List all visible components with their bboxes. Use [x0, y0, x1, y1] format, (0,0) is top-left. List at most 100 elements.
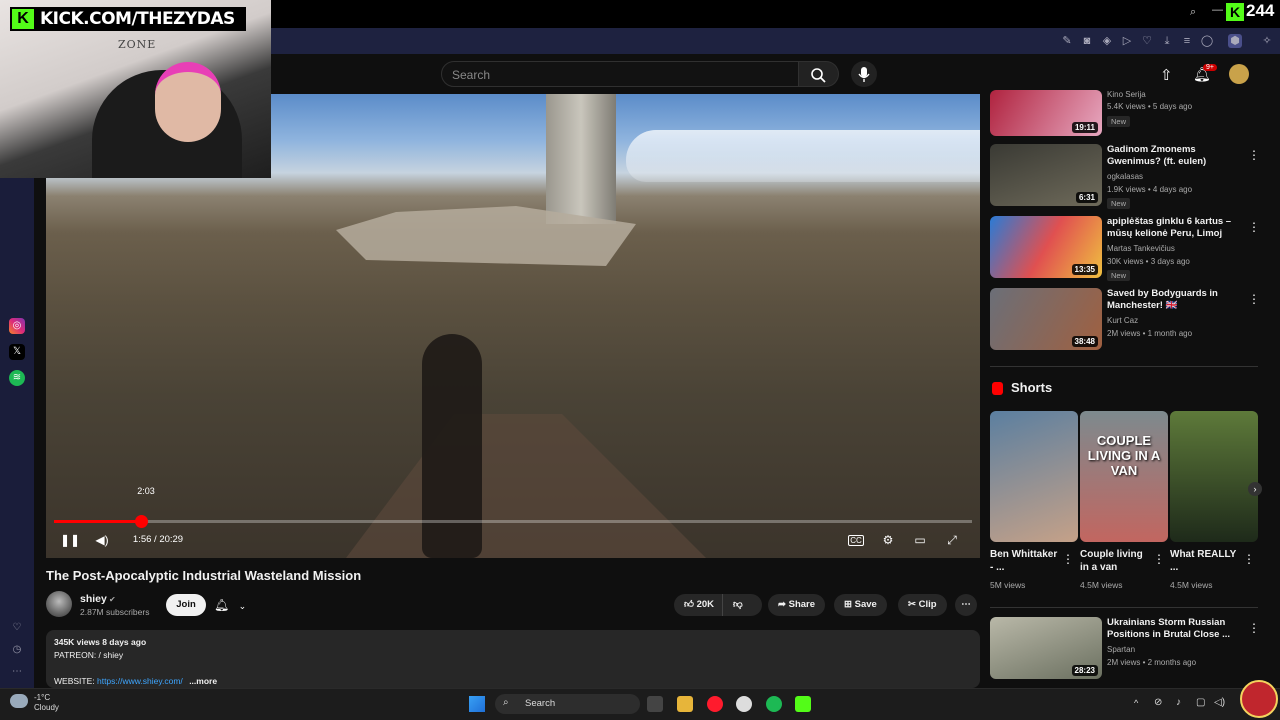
like-button[interactable]: 👍︎ 20K	[674, 594, 722, 616]
subscription-bell-button[interactable]: 🔔︎ ⌄	[214, 594, 256, 616]
short-title[interactable]: What REALLY ...	[1170, 548, 1242, 574]
kebab-menu-icon[interactable]: ⋮	[1248, 148, 1260, 162]
download-icon[interactable]: ⤓	[1160, 34, 1174, 48]
weather-cloud-icon[interactable]	[10, 694, 28, 708]
display-icon[interactable]: ▢	[1196, 697, 1205, 708]
kebab-menu-icon[interactable]: ⋮	[1248, 621, 1260, 635]
captions-button[interactable]: CC	[848, 535, 864, 546]
edit-icon[interactable]: ✎	[1060, 34, 1074, 48]
settings-icon[interactable]: ⚙	[880, 532, 896, 548]
channel-name[interactable]: Spartan	[1107, 645, 1135, 654]
channel-name[interactable]: Martas Tankevičius	[1107, 244, 1175, 253]
chevron-up-icon[interactable]: ^	[1134, 698, 1138, 708]
kebab-menu-icon[interactable]: ⋮	[1248, 292, 1260, 306]
instagram-icon[interactable]: ◎	[9, 318, 25, 334]
voice-search-button[interactable]	[851, 61, 877, 87]
kebab-menu-icon[interactable]: ⋮	[1243, 552, 1255, 566]
menu-icon[interactable]: ≡	[1180, 34, 1194, 48]
x-icon[interactable]: 𝕏	[9, 344, 25, 360]
share-icon: ➦	[778, 599, 789, 610]
microphone-icon[interactable]: ♪	[1176, 697, 1181, 708]
video-meta: 30K views • 3 days ago	[1107, 257, 1190, 266]
ai-icon[interactable]: ✧	[1256, 34, 1278, 48]
shorts-heading: Shorts	[1011, 380, 1053, 395]
chevron-right-icon[interactable]: ›	[1248, 482, 1262, 496]
theater-mode-icon[interactable]: ▭	[912, 532, 928, 548]
recommended-video[interactable]: 6:31 Gadinom Zmonems Gwenimus? (ft. eule…	[990, 144, 1260, 209]
play-icon[interactable]: ▷	[1120, 34, 1134, 48]
search-input[interactable]: Search	[441, 61, 799, 87]
join-button[interactable]: Join	[166, 594, 206, 616]
opera-gx-icon[interactable]	[707, 696, 723, 712]
network-icon[interactable]: ⊘	[1154, 697, 1162, 708]
minimize-icon[interactable]: —	[1212, 4, 1223, 16]
search-button[interactable]	[799, 61, 839, 87]
share-button[interactable]: ➦ Share	[768, 594, 826, 616]
description-box[interactable]: 345K views 8 days ago PATREON: / shiey W…	[46, 630, 980, 688]
recommended-video[interactable]: 13:35 apiplėštas ginklu 6 kartus – mūsų …	[990, 216, 1260, 281]
recommended-video[interactable]: 19:11 Kino Serija 5.4K views • 5 days ag…	[990, 90, 1260, 138]
dislike-button[interactable]: 👎︎	[722, 594, 762, 616]
camera-icon[interactable]: ◙	[1080, 34, 1094, 48]
profile-icon[interactable]: ◯	[1200, 34, 1214, 48]
taskbar-search[interactable]: Search	[495, 694, 640, 714]
fullscreen-icon[interactable]: ⤢	[944, 532, 960, 548]
kebab-menu-icon[interactable]: ⋮	[1062, 552, 1074, 566]
heart-icon[interactable]: ♡	[9, 620, 25, 636]
spotify-icon[interactable]: ≋	[9, 370, 25, 386]
kebab-menu-icon[interactable]: ⋮	[1248, 220, 1260, 234]
video-title[interactable]: Ukrainians Storm Russian Positions in Br…	[1107, 617, 1247, 641]
pause-button[interactable]: ❚❚	[60, 532, 80, 548]
short-title[interactable]: Couple living in a van	[1080, 548, 1152, 574]
task-view-icon[interactable]	[647, 696, 663, 712]
short-title[interactable]: Ben Whittaker - ...	[990, 548, 1062, 574]
channel-name[interactable]: Kurt Caz	[1107, 316, 1138, 325]
clip-button[interactable]: ✂ Clip	[898, 594, 947, 616]
like-count: 20K	[696, 599, 715, 610]
channel-name[interactable]: Kino Serija	[1107, 90, 1146, 99]
more-icon[interactable]: ⋯	[9, 664, 25, 680]
file-explorer-icon[interactable]	[677, 696, 693, 712]
video-thumbnail[interactable]: 19:11	[990, 90, 1102, 136]
description-website-label: WEBSITE:	[54, 676, 97, 686]
video-thumbnail[interactable]: 6:31	[990, 144, 1102, 206]
upload-icon[interactable]: ⇧	[1160, 66, 1173, 84]
new-badge: New	[1107, 198, 1131, 209]
volume-icon[interactable]: ◁)	[1214, 697, 1225, 708]
weather-temp: -1°C	[34, 693, 51, 702]
channel-name[interactable]: ogkalasas	[1107, 172, 1143, 181]
channel-avatar[interactable]	[46, 591, 72, 617]
video-title[interactable]: Gadinom Zmonems Gwenimus? (ft. eulen)	[1107, 144, 1247, 168]
short-thumbnail[interactable]: COUPLE LIVING IN A VAN	[1080, 411, 1168, 542]
description-website-link[interactable]: https://www.shiey.com/	[97, 676, 183, 686]
video-thumbnail[interactable]: 28:23	[990, 617, 1102, 679]
video-thumbnail[interactable]: 38:48	[990, 288, 1102, 350]
channel-name[interactable]: shiey	[80, 593, 107, 605]
extension-icon[interactable]: ⬢	[1228, 34, 1242, 48]
kick-app-icon[interactable]	[795, 696, 811, 712]
short-thumbnail[interactable]	[990, 411, 1078, 542]
history-icon[interactable]: ◷	[9, 642, 25, 658]
subscriber-count: 2.87M subscribers	[80, 607, 150, 617]
scrubber-handle[interactable]	[135, 515, 148, 528]
video-title[interactable]: Saved by Bodyguards in Manchester! 🇬🇧	[1107, 288, 1247, 312]
heart-icon[interactable]: ♡	[1140, 34, 1154, 48]
kebab-menu-icon[interactable]: ⋮	[1153, 552, 1165, 566]
weather-widget[interactable]: -1°C Cloudy	[34, 693, 59, 713]
obs-icon[interactable]	[736, 696, 752, 712]
show-more-link[interactable]: ...more	[189, 676, 217, 686]
video-title[interactable]: apiplėštas ginklu 6 kartus – mūsų kelion…	[1107, 216, 1247, 240]
video-thumbnail[interactable]: 13:35	[990, 216, 1102, 278]
spotify-icon[interactable]	[766, 696, 782, 712]
search-icon[interactable]: ⌕	[1190, 6, 1196, 19]
account-avatar[interactable]	[1229, 64, 1249, 84]
progress-bar[interactable]	[54, 520, 972, 523]
save-button[interactable]: ⊞ Save	[834, 594, 887, 616]
more-actions-button[interactable]: ⋯	[955, 594, 977, 616]
shield-icon[interactable]: ◈	[1100, 34, 1114, 48]
recommended-video[interactable]: 28:23 Ukrainians Storm Russian Positions…	[990, 617, 1260, 681]
windows-start-icon[interactable]	[469, 696, 485, 712]
short-thumbnail[interactable]	[1170, 411, 1258, 542]
recommended-video[interactable]: 38:48 Saved by Bodyguards in Manchester!…	[990, 288, 1260, 352]
volume-icon[interactable]: ◀)	[94, 532, 110, 548]
